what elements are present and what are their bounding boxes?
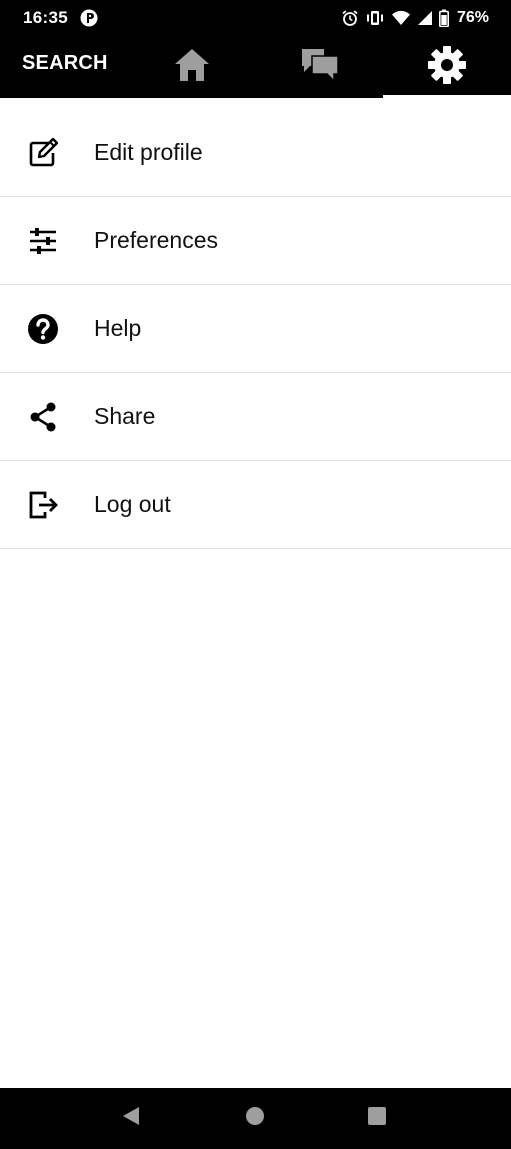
menu-item-label: Help [94, 315, 142, 341]
tab-home[interactable] [128, 36, 256, 98]
system-back-button[interactable] [101, 1088, 161, 1149]
wifi-icon [391, 9, 411, 27]
menu-item-label: Log out [94, 491, 171, 517]
chat-bubbles-icon [300, 46, 340, 89]
status-bar: 16:35 76% [0, 0, 511, 36]
battery-icon [438, 9, 449, 27]
menu-item-help[interactable]: Help [0, 285, 511, 373]
active-tab-indicator [383, 95, 511, 98]
sliders-icon [27, 225, 59, 257]
gear-icon [427, 45, 467, 90]
menu-item-edit-profile[interactable]: Edit profile [0, 109, 511, 197]
home-circle-icon [244, 1105, 266, 1132]
top-nav: SEARCH [0, 36, 511, 98]
recents-icon [366, 1105, 388, 1132]
logout-icon [27, 489, 59, 521]
back-icon [120, 1105, 142, 1132]
system-recents-button[interactable] [347, 1088, 407, 1149]
tab-settings[interactable] [383, 36, 511, 98]
signal-icon [417, 9, 433, 27]
app-notification-icon [80, 9, 98, 27]
menu-item-log-out[interactable]: Log out [0, 461, 511, 549]
alarm-icon [341, 9, 359, 27]
help-icon [27, 313, 59, 345]
vibrate-icon [365, 9, 385, 27]
menu-item-label: Preferences [94, 227, 219, 253]
share-icon [27, 401, 59, 433]
search-tab[interactable]: SEARCH [22, 52, 108, 75]
edit-icon [27, 137, 59, 169]
menu-item-preferences[interactable]: Preferences [0, 197, 511, 285]
menu-item-share[interactable]: Share [0, 373, 511, 461]
screen: 16:35 76% SEARCH Edit profile Preference… [0, 0, 511, 1149]
menu-item-label: Edit profile [94, 139, 203, 165]
battery-percent: 76% [456, 9, 489, 26]
tab-chat[interactable] [256, 36, 384, 98]
system-nav-bar [0, 1088, 511, 1149]
status-time: 16:35 [23, 8, 68, 27]
status-icons: 76% [341, 9, 489, 27]
settings-menu: Edit profile Preferences Help Share Log … [0, 109, 511, 549]
home-icon [173, 47, 211, 88]
menu-item-label: Share [94, 403, 156, 429]
system-home-button[interactable] [225, 1088, 285, 1149]
